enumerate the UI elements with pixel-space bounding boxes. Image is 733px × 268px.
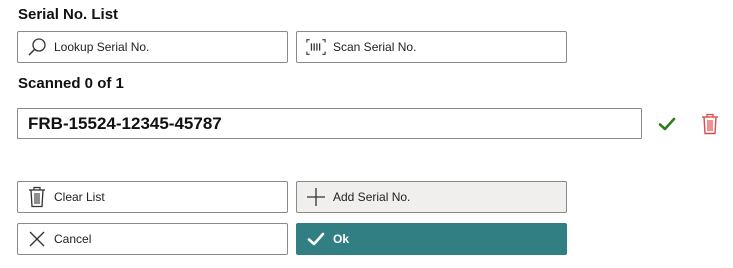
scan-serial-button[interactable]: Scan Serial No. (296, 31, 567, 63)
ok-button[interactable]: Ok (296, 223, 567, 255)
trash-icon[interactable] (699, 113, 721, 135)
add-serial-label: Add Serial No. (333, 190, 411, 204)
scanned-count: Scanned 0 of 1 (18, 75, 124, 92)
plus-icon (306, 187, 326, 207)
checkmark-icon (306, 229, 326, 249)
clear-list-button[interactable]: Clear List (17, 181, 288, 213)
ok-label: Ok (333, 232, 350, 246)
checkmark-icon[interactable] (656, 113, 678, 135)
lookup-serial-button[interactable]: Lookup Serial No. (17, 31, 288, 63)
search-icon (27, 37, 47, 57)
serial-number-field[interactable] (17, 108, 642, 139)
add-serial-button[interactable]: Add Serial No. (296, 181, 567, 213)
cancel-button[interactable]: Cancel (17, 223, 288, 255)
lookup-serial-label: Lookup Serial No. (54, 40, 150, 54)
close-icon (27, 229, 47, 249)
cancel-label: Cancel (54, 232, 92, 246)
serial-list-title: Serial No. List (18, 6, 119, 23)
trash-icon (27, 186, 47, 208)
barcode-icon (306, 37, 326, 57)
clear-list-label: Clear List (54, 190, 105, 204)
scan-serial-label: Scan Serial No. (333, 40, 417, 54)
